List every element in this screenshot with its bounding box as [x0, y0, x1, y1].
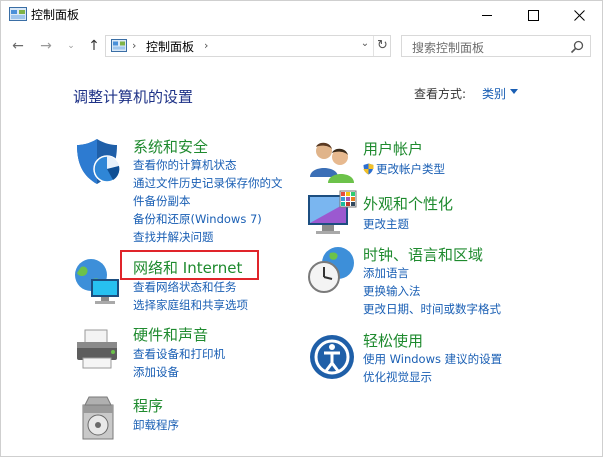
- link-change-account-type[interactable]: 更改帐户类型: [363, 160, 445, 178]
- ease-of-access-links: 使用 Windows 建议的设置 优化视觉显示: [363, 350, 502, 386]
- network-globe-icon[interactable]: [71, 255, 123, 307]
- printer-icon[interactable]: [73, 324, 125, 376]
- user-accounts-links: 更改帐户类型: [363, 160, 445, 178]
- link-homegroup-sharing[interactable]: 选择家庭组和共享选项: [133, 296, 248, 314]
- control-panel-window: 控制面板 ← → ⌄ ↑ › 控制面板 › ⌄ ↻ 搜索控制面板 调整计算机的设…: [0, 0, 603, 457]
- search-placeholder: 搜索控制面板: [412, 41, 485, 55]
- link-change-account-type-label: 更改帐户类型: [376, 162, 445, 176]
- link-view-computer-status[interactable]: 查看你的计算机状态: [133, 156, 283, 174]
- search-input[interactable]: 搜索控制面板: [401, 35, 591, 57]
- view-by-label: 查看方式:: [414, 87, 467, 101]
- up-button[interactable]: ↑: [85, 37, 103, 55]
- programs-icon[interactable]: [75, 393, 127, 445]
- link-file-history[interactable]: 通过文件历史记录保存你的文: [133, 174, 283, 192]
- back-arrow-icon: ←: [12, 38, 24, 54]
- control-panel-icon: [111, 39, 127, 52]
- breadcrumb-separator[interactable]: ›: [204, 39, 208, 52]
- title-bar: 控制面板: [1, 1, 602, 29]
- chevron-down-icon: ⌄: [67, 41, 75, 51]
- close-icon: [573, 9, 585, 21]
- appearance-links: 更改主题: [363, 215, 409, 233]
- users-icon[interactable]: [306, 137, 358, 189]
- hardware-sound-links: 查看设备和打印机 添加设备: [133, 345, 225, 381]
- clock-language-region-links: 添加语言 更换输入法 更改日期、时间或数字格式: [363, 264, 501, 318]
- link-network-status[interactable]: 查看网络状态和任务: [133, 278, 248, 296]
- breadcrumb-control-panel[interactable]: 控制面板: [146, 38, 194, 55]
- shield-icon[interactable]: [73, 136, 125, 188]
- up-arrow-icon: ↑: [88, 38, 100, 54]
- control-panel-icon: [9, 7, 27, 21]
- minimize-button[interactable]: [464, 1, 510, 29]
- link-devices-printers[interactable]: 查看设备和打印机: [133, 345, 225, 363]
- category-user-accounts[interactable]: 用户帐户: [363, 138, 423, 159]
- search-icon[interactable]: [569, 39, 585, 55]
- uac-shield-icon: [363, 163, 374, 175]
- clock-globe-icon[interactable]: [306, 245, 358, 297]
- network-internet-links: 查看网络状态和任务 选择家庭组和共享选项: [133, 278, 248, 314]
- navigation-bar: ← → ⌄ ↑ › 控制面板 › ⌄ ↻ 搜索控制面板: [1, 29, 602, 63]
- window-title: 控制面板: [31, 8, 80, 22]
- refresh-button[interactable]: ↻: [373, 36, 391, 56]
- page-title: 调整计算机的设置: [73, 88, 194, 106]
- maximize-button[interactable]: [510, 1, 556, 29]
- back-button[interactable]: ←: [9, 37, 27, 55]
- link-optimize-visual-display[interactable]: 优化视觉显示: [363, 368, 502, 386]
- appearance-monitor-icon[interactable]: [306, 189, 358, 241]
- category-system-security[interactable]: 系统和安全: [133, 136, 208, 157]
- programs-links: 卸载程序: [133, 416, 179, 434]
- address-bar[interactable]: › 控制面板 › ⌄ ↻: [105, 35, 391, 57]
- system-security-links: 查看你的计算机状态 通过文件历史记录保存你的文 件备份副本 备份和还原(Wind…: [133, 156, 283, 246]
- ease-of-access-icon[interactable]: [306, 331, 358, 383]
- close-button[interactable]: [556, 1, 602, 29]
- link-change-date-time-format[interactable]: 更改日期、时间或数字格式: [363, 300, 501, 318]
- link-backup-restore[interactable]: 备份和还原(Windows 7): [133, 210, 283, 228]
- link-troubleshoot[interactable]: 查找并解决问题: [133, 228, 283, 246]
- forward-arrow-icon: →: [40, 38, 52, 54]
- recent-locations-button[interactable]: ⌄: [62, 37, 80, 55]
- link-windows-recommended-settings[interactable]: 使用 Windows 建议的设置: [363, 350, 502, 368]
- chevron-down-icon[interactable]: [510, 89, 518, 94]
- category-clock-language-region[interactable]: 时钟、语言和区域: [363, 244, 483, 265]
- category-hardware-sound[interactable]: 硬件和声音: [133, 324, 208, 345]
- forward-button[interactable]: →: [37, 37, 55, 55]
- address-dropdown-icon[interactable]: ⌄: [358, 38, 372, 54]
- link-add-device[interactable]: 添加设备: [133, 363, 225, 381]
- link-file-history-cont[interactable]: 件备份副本: [133, 192, 283, 210]
- link-change-theme[interactable]: 更改主题: [363, 215, 409, 233]
- category-programs[interactable]: 程序: [133, 395, 163, 416]
- category-ease-of-access[interactable]: 轻松使用: [363, 330, 423, 351]
- link-uninstall-program[interactable]: 卸载程序: [133, 416, 179, 434]
- category-network-internet[interactable]: 网络和 Internet: [133, 257, 242, 278]
- view-by-dropdown[interactable]: 类别: [482, 85, 506, 102]
- link-change-input-method[interactable]: 更换输入法: [363, 282, 501, 300]
- link-add-language[interactable]: 添加语言: [363, 264, 501, 282]
- breadcrumb-separator[interactable]: ›: [132, 39, 136, 52]
- category-appearance[interactable]: 外观和个性化: [363, 193, 453, 214]
